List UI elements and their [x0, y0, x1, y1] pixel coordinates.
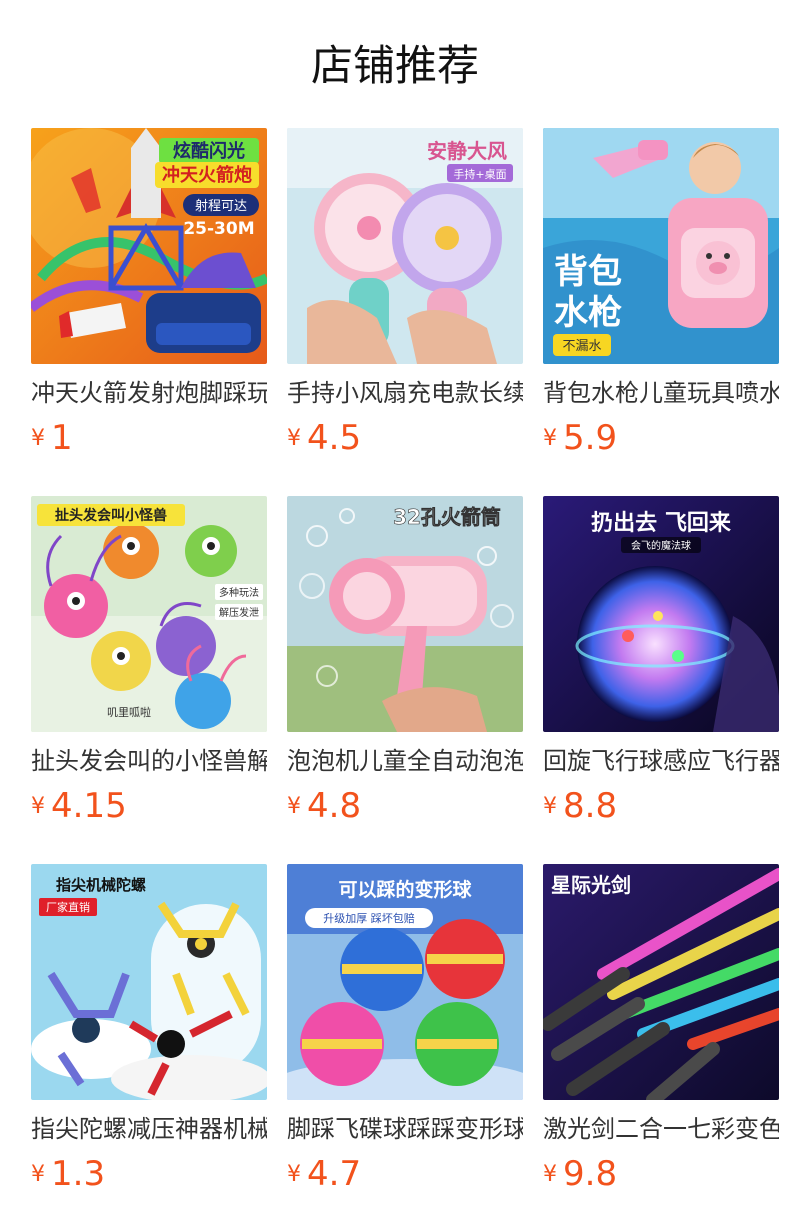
product-name[interactable]: 指尖陀螺减压神器机械: [31, 1112, 267, 1146]
product-name[interactable]: 手持小风扇充电款长续航: [287, 376, 523, 410]
product-card[interactable]: 背包 水枪 不漏水 背包水枪儿童玩具喷水 ¥5.9: [543, 128, 779, 458]
price-value: 1: [51, 418, 73, 458]
image-badge: 不漏水: [562, 338, 601, 354]
product-image[interactable]: 指尖机械陀螺 厂家直销: [31, 864, 267, 1100]
image-badge: 升级加厚 踩坏包赔: [323, 911, 415, 925]
product-price: ¥1: [31, 416, 73, 460]
product-card[interactable]: 扔出去 飞回来 会飞的魔法球 回旋飞行球感应飞行器 ¥8.8: [543, 496, 779, 826]
image-banner: 可以踩的变形球: [338, 878, 472, 901]
image-banner: 星际光剑: [551, 873, 631, 897]
product-card[interactable]: 32孔火箭筒 泡泡机儿童全自动泡泡枪 ¥4.8: [287, 496, 523, 826]
product-price: ¥4.15: [31, 784, 127, 828]
product-price: ¥4.7: [287, 1152, 361, 1196]
price-value: 4.7: [307, 1154, 362, 1194]
product-name[interactable]: 扯头发会叫的小怪兽解压玩具: [31, 744, 267, 778]
product-card[interactable]: 星际光剑 激光剑二合一七彩变色 ¥9.8: [543, 864, 779, 1194]
product-card[interactable]: 炫酷闪光 冲天火箭炮 射程可达 25-30M 冲天火箭发射炮脚踩玩具 ¥1: [31, 128, 267, 458]
image-badge: 手持+桌面: [453, 167, 506, 181]
currency-symbol: ¥: [31, 794, 45, 819]
product-name[interactable]: 冲天火箭发射炮脚踩玩具: [31, 376, 267, 410]
product-card[interactable]: 安静大风 手持+桌面 手持小风扇充电款长续航 ¥4.5: [287, 128, 523, 458]
image-banner-2: 冲天火箭炮: [162, 164, 252, 186]
image-badge-2: 解压发泄: [219, 606, 259, 619]
product-image[interactable]: 星际光剑: [543, 864, 779, 1100]
product-price: ¥8.8: [543, 784, 617, 828]
product-name[interactable]: 脚踩飞碟球踩踩变形球: [287, 1112, 523, 1146]
image-badge: 会飞的魔法球: [631, 539, 691, 552]
product-grid: 炫酷闪光 冲天火箭炮 射程可达 25-30M 冲天火箭发射炮脚踩玩具 ¥1: [0, 0, 790, 1232]
image-banner: 32孔火箭筒: [393, 505, 501, 529]
image-banner: 安静大风: [427, 139, 507, 163]
currency-symbol: ¥: [287, 1162, 301, 1187]
product-image[interactable]: 安静大风 手持+桌面: [287, 128, 523, 364]
product-card[interactable]: 扯头发会叫小怪兽 多种玩法 解压发泄 叽里呱啦 扯头发会叫的小怪兽解压玩具 ¥4…: [31, 496, 267, 826]
image-banner-2: 水枪: [554, 293, 622, 333]
product-price: ¥4.5: [287, 416, 361, 460]
image-banner: 指尖机械陀螺: [56, 876, 146, 894]
image-banner: 扔出去 飞回来: [591, 511, 732, 536]
product-name[interactable]: 背包水枪儿童玩具喷水: [543, 376, 779, 410]
product-image[interactable]: 扯头发会叫小怪兽 多种玩法 解压发泄 叽里呱啦: [31, 496, 267, 732]
image-caption: 叽里呱啦: [107, 705, 151, 719]
currency-symbol: ¥: [543, 1162, 557, 1187]
currency-symbol: ¥: [31, 1162, 45, 1187]
product-image[interactable]: 扔出去 飞回来 会飞的魔法球: [543, 496, 779, 732]
price-value: 1.3: [51, 1154, 106, 1194]
product-image[interactable]: 可以踩的变形球 升级加厚 踩坏包赔: [287, 864, 523, 1100]
currency-symbol: ¥: [31, 426, 45, 451]
image-badge: 厂家直销: [46, 900, 90, 914]
product-price: ¥4.8: [287, 784, 361, 828]
product-name[interactable]: 激光剑二合一七彩变色: [543, 1112, 779, 1146]
price-value: 4.15: [51, 786, 127, 826]
price-value: 9.8: [563, 1154, 618, 1194]
product-card[interactable]: 可以踩的变形球 升级加厚 踩坏包赔 脚踩飞碟球踩踩变形球 ¥4.7: [287, 864, 523, 1194]
currency-symbol: ¥: [543, 426, 557, 451]
product-price: ¥5.9: [543, 416, 617, 460]
price-value: 4.5: [307, 418, 362, 458]
image-badge: 射程可达: [195, 198, 247, 214]
image-badge-2: 25-30M: [183, 219, 254, 239]
product-image[interactable]: 背包 水枪 不漏水: [543, 128, 779, 364]
product-card[interactable]: 指尖机械陀螺 厂家直销 指尖陀螺减压神器机械 ¥1.3: [31, 864, 267, 1194]
image-banner: 扯头发会叫小怪兽: [55, 507, 167, 524]
product-name[interactable]: 回旋飞行球感应飞行器: [543, 744, 779, 778]
price-value: 8.8: [563, 786, 618, 826]
product-name[interactable]: 泡泡机儿童全自动泡泡枪: [287, 744, 523, 778]
product-image[interactable]: 32孔火箭筒: [287, 496, 523, 732]
image-badge: 多种玩法: [219, 586, 259, 599]
price-value: 4.8: [307, 786, 362, 826]
image-banner: 炫酷闪光: [173, 140, 245, 162]
product-price: ¥1.3: [31, 1152, 105, 1196]
store-recommendation-page: 店铺推荐 炫酷闪光 冲天火箭炮 射程可达 25-30M 冲天火箭发射炮脚踩玩 ¥…: [0, 0, 790, 1232]
product-price: ¥9.8: [543, 1152, 617, 1196]
currency-symbol: ¥: [543, 794, 557, 819]
currency-symbol: ¥: [287, 794, 301, 819]
price-value: 5.9: [563, 418, 618, 458]
currency-symbol: ¥: [287, 426, 301, 451]
image-banner: 背包: [554, 252, 622, 292]
product-image[interactable]: 炫酷闪光 冲天火箭炮 射程可达 25-30M: [31, 128, 267, 364]
